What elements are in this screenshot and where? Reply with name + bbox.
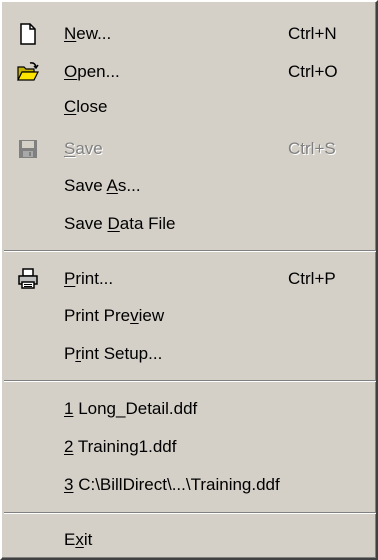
menu-item-label: Save Data File [64, 214, 176, 233]
shortcut-label: Ctrl+N [288, 24, 337, 43]
menu-item-print[interactable]: Print... Ctrl+P [4, 263, 376, 295]
menu-item-recent-3[interactable]: 3 C:\BillDirect\...\Training.ddf [4, 469, 376, 501]
open-folder-icon [16, 60, 40, 84]
menu-item-save: Save Ctrl+S [4, 133, 376, 165]
menu-item-label: Exit [64, 530, 93, 549]
menu-separator [4, 380, 376, 382]
menu-item-label: New... [64, 24, 112, 43]
menu-item-label: Open... [64, 62, 120, 81]
file-menu: New... Ctrl+N Open... Ctrl+O Close Save [0, 0, 378, 560]
menu-item-new[interactable]: New... Ctrl+N [4, 18, 376, 50]
menu-item-exit[interactable]: Exit [4, 524, 376, 556]
shortcut-label: Ctrl+P [288, 269, 336, 288]
menu-item-print-setup[interactable]: Print Setup... [4, 338, 376, 370]
menu-item-open[interactable]: Open... Ctrl+O [4, 56, 376, 88]
menu-item-label: Print Preview [64, 306, 165, 325]
menu-item-label: 1 Long_Detail.ddf [64, 399, 198, 418]
shortcut-label: Ctrl+S [288, 139, 336, 158]
menu-item-label: Close [64, 97, 108, 116]
printer-icon [16, 267, 40, 291]
menu-item-label: Print... [64, 269, 114, 288]
menu-item-save-as[interactable]: Save As... [4, 170, 376, 202]
menu-item-close[interactable]: Close [4, 91, 376, 123]
menu-separator [4, 250, 376, 252]
menu-item-label: Save [64, 139, 103, 158]
menu-item-print-preview[interactable]: Print Preview [4, 300, 376, 332]
menu-item-label: Print Setup... [64, 344, 163, 363]
shortcut-label: Ctrl+O [288, 62, 338, 81]
menu-item-recent-2[interactable]: 2 Training1.ddf [4, 431, 376, 463]
save-disk-icon [16, 137, 40, 161]
menu-item-recent-1[interactable]: 1 Long_Detail.ddf [4, 393, 376, 425]
menu-item-label: 2 Training1.ddf [64, 437, 177, 456]
new-document-icon [16, 22, 40, 46]
menu-item-save-data-file[interactable]: Save Data File [4, 208, 376, 240]
menu-item-label: 3 C:\BillDirect\...\Training.ddf [64, 475, 280, 494]
menu-item-label: Save As... [64, 176, 141, 195]
menu-separator [4, 512, 376, 514]
